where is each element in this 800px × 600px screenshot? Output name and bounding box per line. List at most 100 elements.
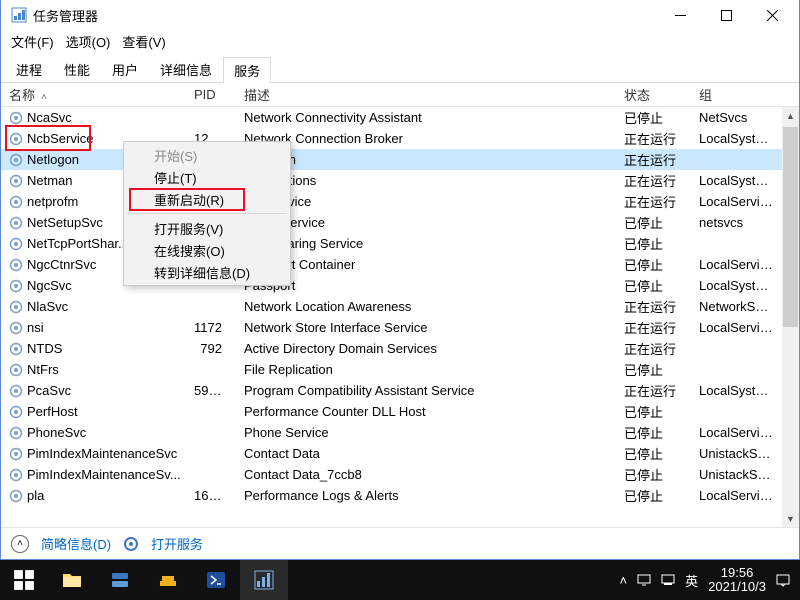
brief-info-link[interactable]: 简略信息(D) [41,534,111,553]
cell-name: NlaSvc [1,299,186,314]
menu-view[interactable]: 查看(V) [116,30,171,53]
minimize-button[interactable] [657,0,703,30]
fewer-details-icon[interactable]: ˄ [11,535,29,553]
table-row[interactable]: pla1656Performance Logs & Alerts已停止Local… [1,485,799,506]
cell-desc: Setup Service [236,215,616,230]
taskbar-powershell[interactable] [192,560,240,600]
menu-options[interactable]: 选项(O) [60,30,117,53]
menu-file[interactable]: 文件(F) [5,30,60,53]
tab-performance[interactable]: 性能 [53,56,101,82]
cell-group: UnistackSvcG... [691,446,781,461]
cell-desc: Network Connectivity Assistant [236,110,616,125]
cell-desc: Port Sharing Service [236,236,616,251]
table-row[interactable]: PhoneSvcPhone Service已停止LocalService [1,422,799,443]
cell-status: 正在运行 [616,297,691,316]
powershell-icon [205,569,227,591]
table-row[interactable]: nsi1172Network Store Interface Service正在… [1,317,799,338]
table-row[interactable]: NcaSvc Network Connectivity Assistant已停止N… [1,107,799,128]
tab-users[interactable]: 用户 [101,56,149,82]
close-button[interactable] [749,0,795,30]
cell-name: PimIndexMaintenanceSvc [1,446,186,461]
tab-services[interactable]: 服务 [223,57,271,83]
cell-status: 正在运行 [616,318,691,337]
cell-group: LocalSystem... [691,383,781,398]
taskbar-taskmanager[interactable] [240,560,288,600]
tray-ime[interactable]: 英 [685,571,698,590]
cell-group: LocalSystem... [691,131,781,146]
ctx-search-online[interactable]: 在线搜索(O) [126,239,288,261]
table-row[interactable]: NetTcpPortShar...Port Sharing Service已停止 [1,233,799,254]
table-row[interactable]: NetSetupSvcSetup Service已停止netsvcs [1,212,799,233]
titlebar: 任务管理器 [1,0,799,30]
table-row[interactable]: NcbService1256Network Connection Broker正… [1,128,799,149]
cell-desc: Contact Data_7ccb8 [236,467,616,482]
table-row[interactable]: NgcSvcPassport已停止LocalSystem... [1,275,799,296]
tray-network-icon[interactable] [661,573,675,587]
ctx-stop[interactable]: 停止(T) [126,166,288,188]
table-row[interactable]: PerfHostPerformance Counter DLL Host已停止 [1,401,799,422]
ctx-restart[interactable]: 重新启动(R) [126,188,288,210]
start-button[interactable] [0,560,48,600]
cell-desc: List Service [236,194,616,209]
scroll-thumb[interactable] [783,127,798,327]
cell-name: PimIndexMaintenanceSv... [1,467,186,482]
cell-name: PhoneSvc [1,425,186,440]
table-row[interactable]: NetmanConnections正在运行LocalSystem... [1,170,799,191]
ctx-open-services[interactable]: 打开服务(V) [126,217,288,239]
tray-notification-icon[interactable] [776,573,790,587]
tab-processes[interactable]: 进程 [5,56,53,82]
taskbar-server-manager[interactable] [96,560,144,600]
maximize-button[interactable] [703,0,749,30]
cell-desc: Contact Data [236,446,616,461]
server-icon [109,569,131,591]
cell-desc: Active Directory Domain Services [236,341,616,356]
cell-desc: Passport [236,278,616,293]
cell-desc: Network Location Awareness [236,299,616,314]
table-row[interactable]: NlaSvcNetwork Location Awareness正在运行Netw… [1,296,799,317]
table-row[interactable]: netprofmList Service正在运行LocalService [1,191,799,212]
cell-name: NcaSvc [1,110,186,125]
col-status[interactable]: 状态 [616,83,691,106]
col-desc[interactable]: 描述 [236,83,616,106]
cell-status: 已停止 [616,360,691,379]
cell-desc: Netlogon [236,152,616,167]
table-row[interactable]: PcaSvc5924Program Compatibility Assistan… [1,380,799,401]
ctx-goto-details[interactable]: 转到详细信息(D) [126,261,288,283]
open-services-link[interactable]: 打开服务 [151,534,203,553]
table-row[interactable]: NtFrsFile Replication已停止 [1,359,799,380]
cell-status: 正在运行 [616,171,691,190]
scroll-up-icon[interactable]: ▲ [782,107,799,124]
tray-chevron-icon[interactable]: ˄ [620,573,628,588]
taskbar: ˄ 英 19:56 2021/10/3 [0,560,800,600]
table-row[interactable]: NTDS792Active Directory Domain Services正… [1,338,799,359]
cell-status: 已停止 [616,423,691,442]
cell-status: 已停止 [616,486,691,505]
folder-icon [61,569,83,591]
cell-name: pla [1,488,186,503]
tray-display-icon[interactable] [637,573,651,587]
cell-group: NetSvcs [691,110,781,125]
table-row[interactable]: PimIndexMaintenanceSvcContact Data已停止Uni… [1,443,799,464]
col-name[interactable]: 名称˄ [1,83,186,106]
cell-name: PcaSvc [1,383,186,398]
cell-desc: Connections [236,173,616,188]
tray-clock[interactable]: 19:56 2021/10/3 [708,566,766,595]
cell-status: 已停止 [616,402,691,421]
scroll-down-icon[interactable]: ▼ [782,510,799,527]
taskbar-app2[interactable] [144,560,192,600]
col-pid[interactable]: PID [186,85,236,104]
table-row[interactable]: Netlogon792Netlogon正在运行 [1,149,799,170]
taskmanager-icon [253,569,275,591]
table-row[interactable]: PimIndexMaintenanceSv... Contact Data_7cc… [1,464,799,485]
cell-desc: Phone Service [236,425,616,440]
vertical-scrollbar[interactable]: ▲ ▼ [782,107,799,527]
taskbar-explorer[interactable] [48,560,96,600]
cell-status: 正在运行 [616,192,691,211]
col-group[interactable]: 组 [691,83,781,106]
tab-details[interactable]: 详细信息 [149,56,223,82]
table-header: 名称˄ PID 描述 状态 组 [1,83,799,107]
services-icon [123,536,139,552]
cell-status: 已停止 [616,108,691,127]
table-row[interactable]: NgcCtnrSvcPassport Container已停止LocalServ… [1,254,799,275]
stack-icon [157,569,179,591]
